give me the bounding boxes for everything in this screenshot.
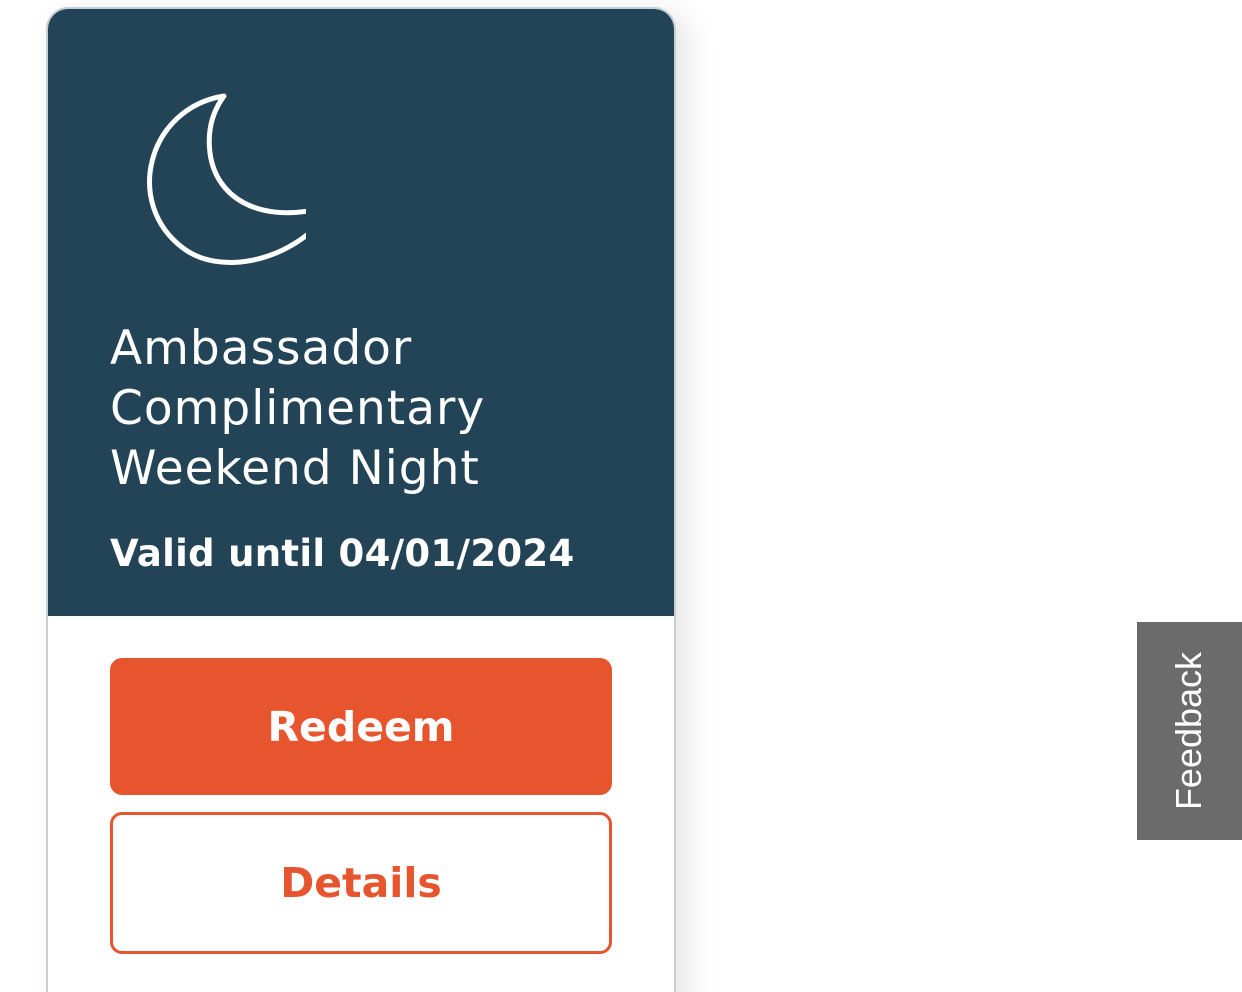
feedback-label: Feedback (1168, 651, 1210, 811)
offer-title-line: Ambassador (110, 321, 413, 376)
redeem-button[interactable]: Redeem (110, 658, 612, 795)
offer-title: Ambassador Complimentary Weekend Night (110, 319, 630, 499)
offer-card-header: Ambassador Complimentary Weekend Night V… (48, 9, 674, 616)
details-button[interactable]: Details (110, 812, 612, 954)
page: Ambassador Complimentary Weekend Night V… (0, 0, 1242, 992)
feedback-tab[interactable]: Feedback (1137, 622, 1242, 840)
offer-title-line: Complimentary (110, 381, 486, 436)
validity-text: Valid until 04/01/2024 (110, 532, 575, 575)
moon-icon (147, 93, 306, 265)
offer-card: Ambassador Complimentary Weekend Night V… (46, 7, 676, 992)
offer-title-line: Weekend Night (110, 441, 480, 496)
